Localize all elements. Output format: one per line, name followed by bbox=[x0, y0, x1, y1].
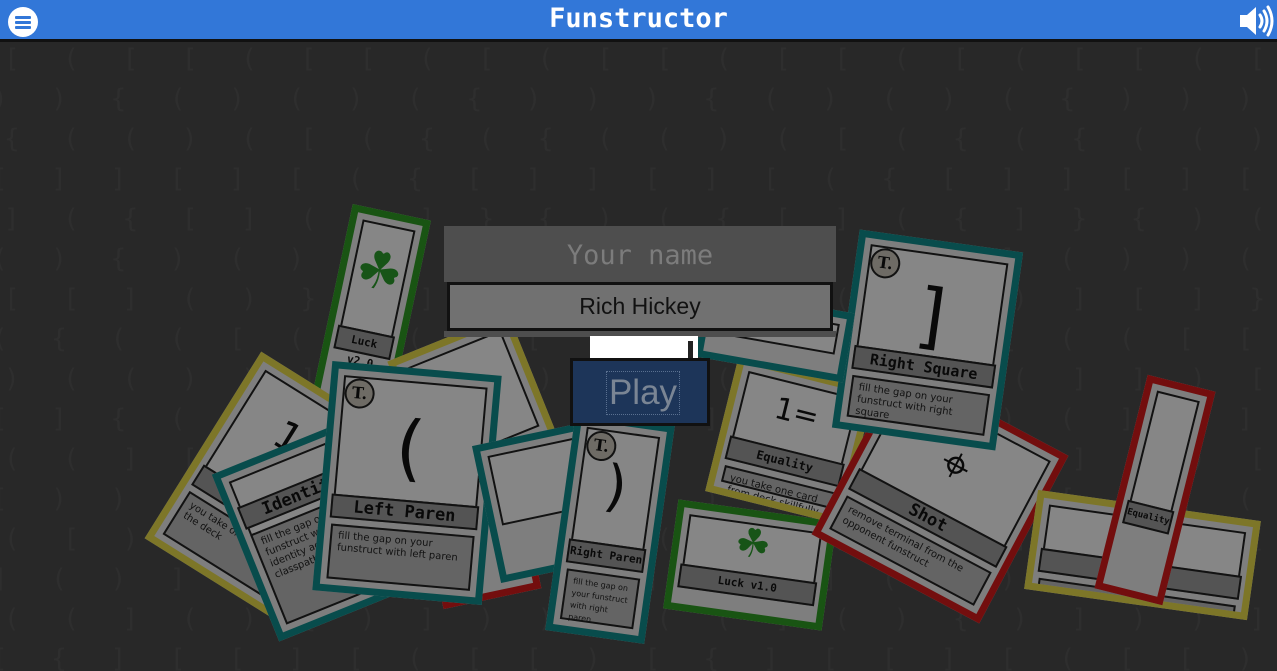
player-name-input[interactable] bbox=[447, 282, 833, 331]
play-button-label: Play bbox=[606, 371, 680, 415]
app-title: Funstructor bbox=[549, 3, 728, 34]
app-header: Funstructor bbox=[0, 0, 1277, 42]
sound-toggle-button[interactable] bbox=[1238, 4, 1274, 38]
speaker-volume-icon bbox=[1240, 5, 1274, 37]
play-button[interactable]: Play bbox=[570, 358, 710, 426]
name-prompt-label: Your name bbox=[444, 226, 836, 282]
